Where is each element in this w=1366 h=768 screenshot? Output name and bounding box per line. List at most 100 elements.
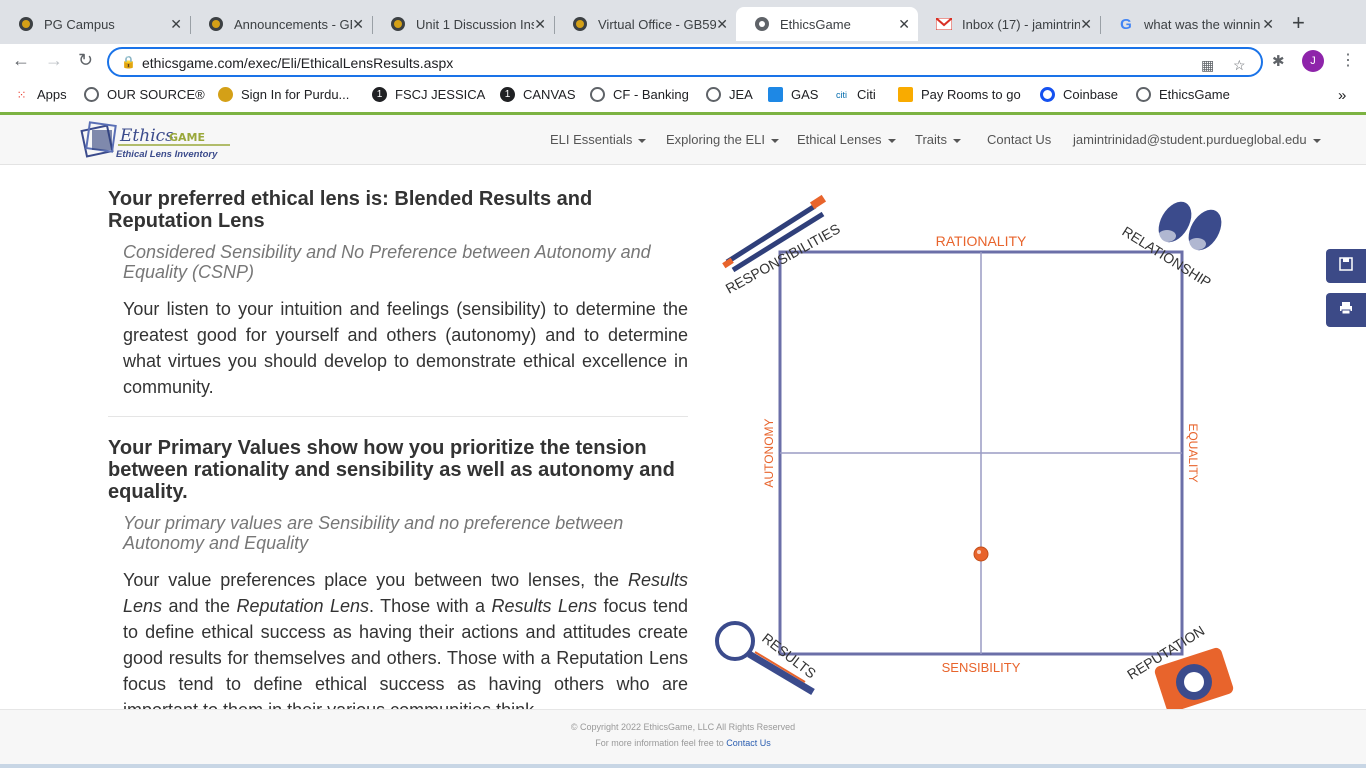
footer-info: For more information feel free to Contac… bbox=[595, 738, 771, 748]
copyright-text: © Copyright 2022 EthicsGame, LLC All Rig… bbox=[570, 722, 796, 732]
footer-contact-link[interactable]: Contact Us bbox=[726, 738, 771, 748]
bookmarks-bar: ⁙ Apps OUR SOURCE® Sign In for Purdu... 1… bbox=[0, 80, 1366, 110]
forward-icon[interactable]: → bbox=[45, 50, 63, 71]
bookmark-our-source[interactable]: OUR SOURCE® bbox=[84, 87, 205, 102]
tab-google-search[interactable]: G what was the winnin ✕ bbox=[1100, 7, 1282, 41]
nav-eli-essentials[interactable]: ELI Essentials bbox=[550, 132, 647, 147]
label-responsibilities: RESPONSIBILITIES bbox=[723, 220, 843, 296]
google-icon: G bbox=[1120, 15, 1132, 33]
tab-title: Unit 1 Discussion Ins bbox=[416, 16, 534, 32]
back-icon[interactable]: ← bbox=[12, 50, 30, 71]
tab-title: PG Campus bbox=[44, 16, 115, 32]
tab-unit1-discussion[interactable]: Unit 1 Discussion Ins ✕ bbox=[372, 7, 554, 41]
tab-announcements[interactable]: Announcements - GB ✕ bbox=[190, 7, 372, 41]
tab-title: Virtual Office - GB59 bbox=[598, 16, 716, 32]
bookmark-pay-rooms[interactable]: Pay Rooms to go bbox=[898, 87, 1021, 102]
window-bottom-edge bbox=[0, 764, 1366, 768]
caret-down-icon bbox=[638, 138, 647, 143]
ethicsgame-logo[interactable]: Ethics GAME Ethical Lens Inventory bbox=[78, 117, 238, 163]
tab-title: what was the winnin bbox=[1144, 16, 1261, 32]
globe-icon bbox=[590, 87, 605, 102]
label-sensibility: SENSIBILITY bbox=[942, 660, 1021, 675]
address-bar[interactable]: 🔒 ethicsgame.com/exec/Eli/EthicalLensRes… bbox=[107, 47, 1263, 77]
bookmark-ethicsgame[interactable]: EthicsGame bbox=[1136, 87, 1230, 102]
label-equality: EQUALITY bbox=[1186, 423, 1200, 482]
preferred-lens-heading: Your preferred ethical lens is: Blended … bbox=[108, 188, 593, 232]
url-text: ethicsgame.com/exec/Eli/EthicalLensResul… bbox=[142, 55, 454, 71]
preferred-lens-subtitle: Considered Sensibility and No Preference… bbox=[123, 242, 651, 282]
site-footer: © Copyright 2022 EthicsGame, LLC All Rig… bbox=[0, 709, 1366, 768]
purdue-icon bbox=[18, 16, 34, 32]
caret-down-icon bbox=[1312, 138, 1321, 143]
coinbase-icon bbox=[1040, 87, 1055, 102]
nav-traits[interactable]: Traits bbox=[915, 132, 962, 147]
bookmark-canvas[interactable]: 1 CANVAS bbox=[500, 87, 576, 102]
analytics-icon bbox=[898, 87, 913, 102]
close-tab-icon[interactable]: ✕ bbox=[716, 16, 728, 33]
tab-title: Inbox (17) - jamintrin bbox=[962, 16, 1080, 32]
caret-down-icon bbox=[771, 138, 780, 143]
nav-ethical-lenses[interactable]: Ethical Lenses bbox=[797, 132, 896, 147]
close-tab-icon[interactable]: ✕ bbox=[1262, 16, 1274, 33]
bookmark-gas[interactable]: GAS bbox=[768, 87, 818, 102]
browser-tab-bar: PG Campus ✕ Announcements - GB ✕ Unit 1 … bbox=[0, 0, 1366, 44]
canvas-icon: 1 bbox=[372, 87, 387, 102]
logo-subtitle: Ethical Lens Inventory bbox=[116, 149, 218, 160]
primary-values-heading: Your Primary Values show how you priorit… bbox=[108, 437, 675, 503]
close-tab-icon[interactable]: ✕ bbox=[898, 16, 910, 33]
lock-icon: 🔒 bbox=[121, 55, 136, 69]
bookmark-cf-banking[interactable]: CF - Banking bbox=[590, 87, 689, 102]
section-divider bbox=[108, 416, 688, 417]
label-rationality: RATIONALITY bbox=[936, 233, 1027, 249]
close-tab-icon[interactable]: ✕ bbox=[170, 16, 182, 33]
site-navbar: Ethics GAME Ethical Lens Inventory ELI E… bbox=[0, 115, 1366, 165]
globe-icon bbox=[84, 87, 99, 102]
bookmarks-overflow-icon[interactable]: » bbox=[1338, 87, 1346, 104]
tab-gmail-inbox[interactable]: Inbox (17) - jamintrin ✕ bbox=[918, 7, 1100, 41]
citi-icon: citi bbox=[836, 89, 847, 100]
close-tab-icon[interactable]: ✕ bbox=[534, 16, 546, 33]
bookmark-purdue-signin[interactable]: Sign In for Purdu... bbox=[218, 87, 349, 102]
nav-contact-us[interactable]: Contact Us bbox=[987, 132, 1051, 147]
globe-icon bbox=[1136, 87, 1151, 102]
new-tab-icon[interactable]: + bbox=[1292, 10, 1305, 36]
close-tab-icon[interactable]: ✕ bbox=[352, 16, 364, 33]
preferred-lens-description: Your listen to your intuition and feelin… bbox=[123, 299, 688, 397]
nav-user-account[interactable]: jamintrinidad@student.purdueglobal.edu bbox=[1073, 132, 1321, 147]
save-icon bbox=[1339, 256, 1353, 276]
reload-icon[interactable]: ↻ bbox=[78, 50, 93, 71]
gmail-icon bbox=[936, 16, 952, 32]
close-tab-icon[interactable]: ✕ bbox=[1080, 16, 1092, 33]
nav-exploring-eli[interactable]: Exploring the ELI bbox=[666, 132, 780, 147]
bookmark-coinbase[interactable]: Coinbase bbox=[1040, 87, 1118, 102]
browser-toolbar: ← → ↻ 🔒 ethicsgame.com/exec/Eli/EthicalL… bbox=[0, 44, 1366, 80]
caret-down-icon bbox=[887, 138, 896, 143]
profile-avatar[interactable]: J bbox=[1302, 50, 1324, 72]
extensions-icon[interactable]: ✱ bbox=[1272, 52, 1285, 70]
print-icon bbox=[1339, 301, 1353, 320]
bookmark-fscj[interactable]: 1 FSCJ JESSICA bbox=[372, 87, 485, 102]
logo-ethics-text: Ethics bbox=[119, 126, 174, 146]
primary-values-description: Your value preferences place you between… bbox=[123, 570, 688, 709]
tab-pg-campus[interactable]: PG Campus ✕ bbox=[0, 7, 190, 41]
qr-code-icon[interactable]: ▦ bbox=[1201, 57, 1214, 74]
bookmark-jea[interactable]: JEA bbox=[706, 87, 753, 102]
label-autonomy: AUTONOMY bbox=[762, 418, 776, 487]
label-results: RESULTS bbox=[759, 630, 819, 682]
print-button[interactable] bbox=[1326, 293, 1366, 327]
bookmark-apps[interactable]: ⁙ Apps bbox=[14, 87, 66, 102]
bookmark-citi[interactable]: citi Citi bbox=[834, 87, 876, 102]
tab-ethicsgame[interactable]: EthicsGame ✕ bbox=[736, 7, 918, 41]
canvas-icon: 1 bbox=[500, 87, 515, 102]
save-button[interactable] bbox=[1326, 249, 1366, 283]
main-content: Your preferred ethical lens is: Blended … bbox=[0, 166, 1366, 709]
primary-values-subtitle: Your primary values are Sensibility and … bbox=[123, 513, 624, 553]
browser-menu-icon[interactable]: ⋮ bbox=[1340, 50, 1356, 70]
tab-virtual-office[interactable]: Virtual Office - GB59 ✕ bbox=[554, 7, 736, 41]
bookmark-star-icon[interactable]: ☆ bbox=[1233, 57, 1246, 74]
purdue-icon bbox=[208, 16, 224, 32]
ethical-lens-diagram: RATIONALITY SENSIBILITY AUTONOMY EQUALIT… bbox=[705, 186, 1245, 709]
purdue-icon bbox=[218, 87, 233, 102]
logo-game-text: GAME bbox=[169, 131, 205, 144]
globe-icon bbox=[706, 87, 721, 102]
